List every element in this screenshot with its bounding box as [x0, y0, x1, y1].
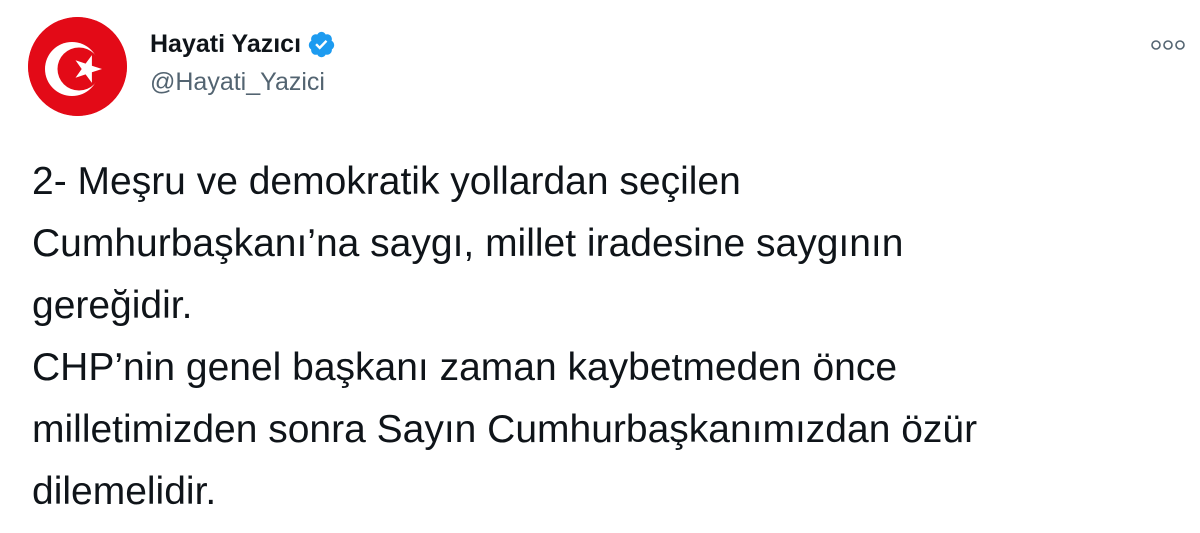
tweet-text-line: dilemelidir.	[32, 470, 217, 513]
turkish-flag-icon	[28, 17, 127, 116]
tweet-text-line: gereğidir.	[32, 284, 193, 327]
display-name[interactable]: Hayati Yazıcı	[150, 30, 301, 59]
tweet-text-line: 2- Meşru ve demokratik yollardan seçilen	[32, 160, 741, 203]
avatar[interactable]	[28, 17, 127, 116]
tweet-text: 2- Meşru ve demokratik yollardan seçilen…	[32, 151, 1182, 523]
author-handle[interactable]: @Hayati_Yazici	[150, 68, 325, 97]
tweet-text-line: Cumhurbaşkanı’na saygı, millet iradesine…	[32, 222, 904, 265]
tweet-text-line: milletimizden sonra Sayın Cumhurbaşkanım…	[32, 408, 978, 451]
tweet-card: Hayati Yazıcı @Hayati_Yazici 2- Meşru ve…	[0, 0, 1200, 533]
more-options-button[interactable]	[1148, 30, 1188, 60]
author-name-row: Hayati Yazıcı	[150, 26, 336, 62]
more-options-icon	[1151, 40, 1185, 50]
tweet-text-line: CHP’nin genel başkanı zaman kaybetmeden …	[32, 346, 898, 389]
verified-badge-icon	[307, 30, 336, 59]
